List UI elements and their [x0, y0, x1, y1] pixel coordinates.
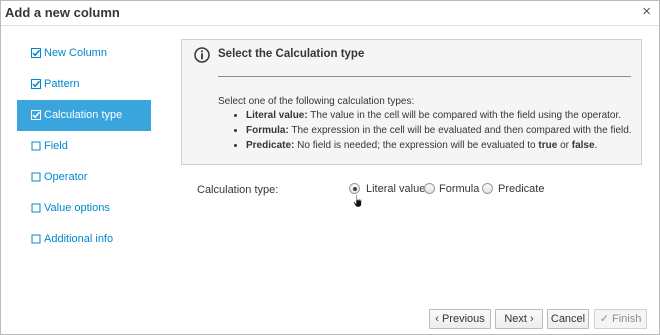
checkbox-checked-icon — [31, 79, 41, 89]
check-icon: ✓ — [599, 313, 609, 325]
calculation-type-descriptions: Literal value: The value in the cell wil… — [232, 108, 632, 153]
chevron-right-icon: › — [530, 313, 534, 325]
list-item: Literal value: The value in the cell wil… — [246, 108, 632, 123]
checkbox-unchecked-icon — [31, 234, 41, 244]
radio-literal-value[interactable] — [349, 183, 360, 194]
checkbox-unchecked-icon — [31, 172, 41, 182]
step-label: Pattern — [44, 78, 80, 90]
radio-label-predicate[interactable]: Predicate — [498, 183, 544, 195]
step-additional-info[interactable]: Additional info — [17, 224, 151, 255]
step-value-options[interactable]: Value options — [17, 193, 151, 224]
description: or — [557, 140, 572, 151]
next-label: Next — [504, 313, 527, 325]
description: The expression in the cell will be evalu… — [288, 125, 632, 136]
previous-button[interactable]: ‹ Previous — [429, 309, 491, 329]
step-label: Field — [44, 140, 68, 152]
step-label: Additional info — [44, 233, 114, 245]
description: . — [594, 140, 598, 151]
checkbox-unchecked-icon — [31, 141, 41, 151]
checkbox-unchecked-icon — [31, 203, 41, 213]
description: No field is needed; the expression will … — [294, 140, 539, 151]
term: Literal value: — [246, 110, 308, 121]
cancel-button[interactable]: Cancel — [547, 309, 589, 329]
finish-label: Finish — [611, 313, 642, 325]
chevron-left-icon: ‹ — [435, 313, 439, 325]
finish-button[interactable]: ✓ Finish — [594, 309, 647, 329]
step-label: New Column — [44, 47, 107, 59]
checkbox-checked-icon — [31, 110, 41, 120]
next-button[interactable]: Next › — [495, 309, 543, 329]
step-new-column[interactable]: New Column — [17, 38, 151, 69]
checkbox-checked-icon — [31, 48, 41, 58]
description: The value in the cell will be compared w… — [307, 110, 622, 121]
info-intro: Select one of the following calculation … — [218, 96, 415, 107]
list-item: Formula: The expression in the cell will… — [246, 123, 632, 138]
step-calculation-type[interactable]: Calculation type — [17, 100, 151, 131]
dialog-titlebar: Add a new column × — [1, 1, 659, 26]
radio-formula[interactable] — [424, 183, 435, 194]
keyword-true: true — [538, 140, 558, 151]
wizard-steps: New Column Pattern Calculation type Fiel… — [17, 38, 151, 255]
radio-label-formula[interactable]: Formula — [439, 183, 479, 195]
previous-label: Previous — [441, 313, 485, 325]
close-icon[interactable]: × — [642, 4, 651, 20]
keyword-false: false — [571, 140, 595, 151]
info-title: Select the Calculation type — [218, 48, 365, 60]
list-item: Predicate: No field is needed; the expre… — [246, 138, 632, 153]
step-label: Calculation type — [44, 109, 123, 121]
hand-pointer-icon — [353, 194, 362, 208]
term: Formula: — [246, 125, 289, 136]
divider — [218, 76, 631, 77]
term: Predicate: — [246, 140, 295, 151]
dialog-title: Add a new column — [5, 5, 120, 20]
step-operator[interactable]: Operator — [17, 162, 151, 193]
radio-predicate[interactable] — [482, 183, 493, 194]
add-column-dialog: Add a new column × New Column Pattern Ca… — [0, 0, 660, 335]
step-label: Value options — [44, 202, 110, 214]
step-label: Operator — [44, 171, 88, 183]
step-field[interactable]: Field — [17, 131, 151, 162]
calculation-type-label: Calculation type: — [197, 184, 279, 196]
radio-label-literal-value[interactable]: Literal value — [366, 183, 425, 195]
info-panel: Select the Calculation type Select one o… — [181, 39, 642, 165]
info-circle-icon — [194, 47, 210, 63]
step-pattern[interactable]: Pattern — [17, 69, 151, 100]
